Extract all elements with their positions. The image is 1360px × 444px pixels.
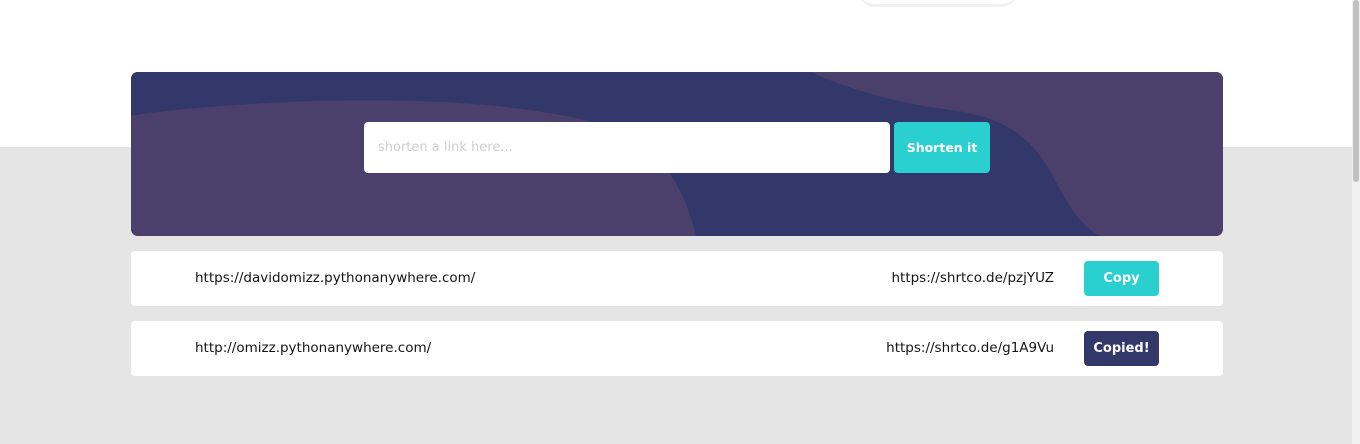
header-decoration [858,0,1018,7]
result-row: https://davidomizz.pythonanywhere.com/ h… [131,251,1223,306]
copied-button[interactable]: Copied! [1084,331,1159,366]
link-input[interactable] [364,122,890,173]
result-row: http://omizz.pythonanywhere.com/ https:/… [131,321,1223,376]
short-url-link[interactable]: https://shrtco.de/pzjYUZ [891,251,1054,306]
short-url-link[interactable]: https://shrtco.de/g1A9Vu [886,321,1054,376]
original-url: https://davidomizz.pythonanywhere.com/ [195,270,476,286]
shorten-button[interactable]: Shorten it [894,122,990,173]
scrollbar[interactable] [1352,0,1360,444]
page: Shorten it https://davidomizz.pythonanyw… [0,0,1360,444]
shorten-form-panel: Shorten it [131,72,1223,236]
scrollbar-thumb[interactable] [1353,0,1359,182]
original-url: http://omizz.pythonanywhere.com/ [195,340,432,356]
copy-button[interactable]: Copy [1084,261,1159,296]
